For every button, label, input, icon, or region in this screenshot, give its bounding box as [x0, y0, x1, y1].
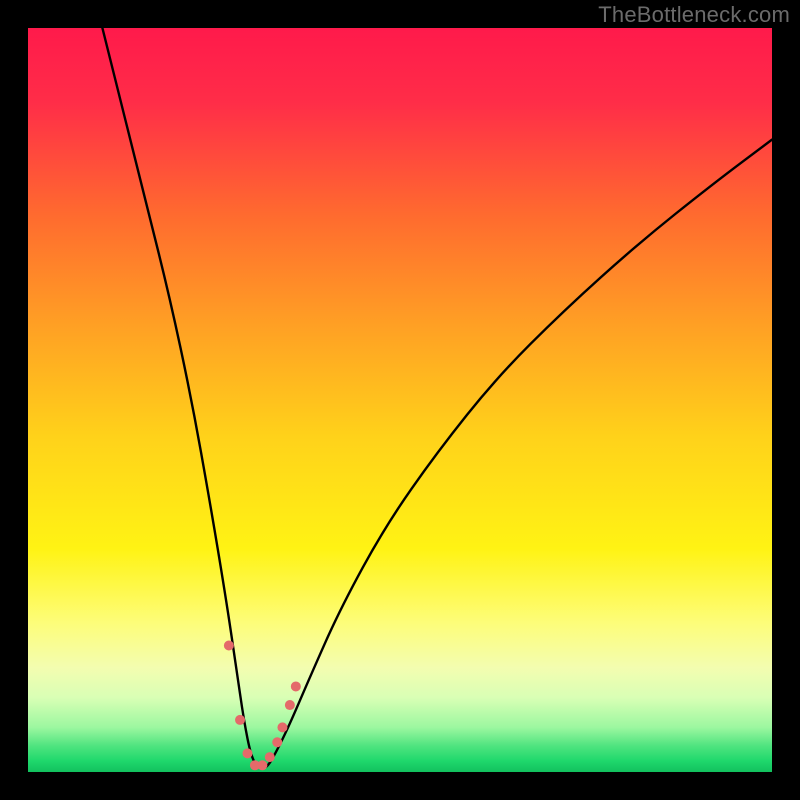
- data-marker: [224, 641, 234, 651]
- plot-area: [28, 28, 772, 772]
- chart-frame: TheBottleneck.com: [0, 0, 800, 800]
- data-marker: [257, 760, 267, 770]
- data-marker: [242, 748, 252, 758]
- data-marker: [235, 715, 245, 725]
- bottleneck-curve: [28, 28, 772, 772]
- data-marker: [285, 700, 295, 710]
- data-marker: [277, 722, 287, 732]
- data-marker: [291, 681, 301, 691]
- watermark-text: TheBottleneck.com: [598, 2, 790, 28]
- data-marker: [265, 752, 275, 762]
- data-marker: [272, 737, 282, 747]
